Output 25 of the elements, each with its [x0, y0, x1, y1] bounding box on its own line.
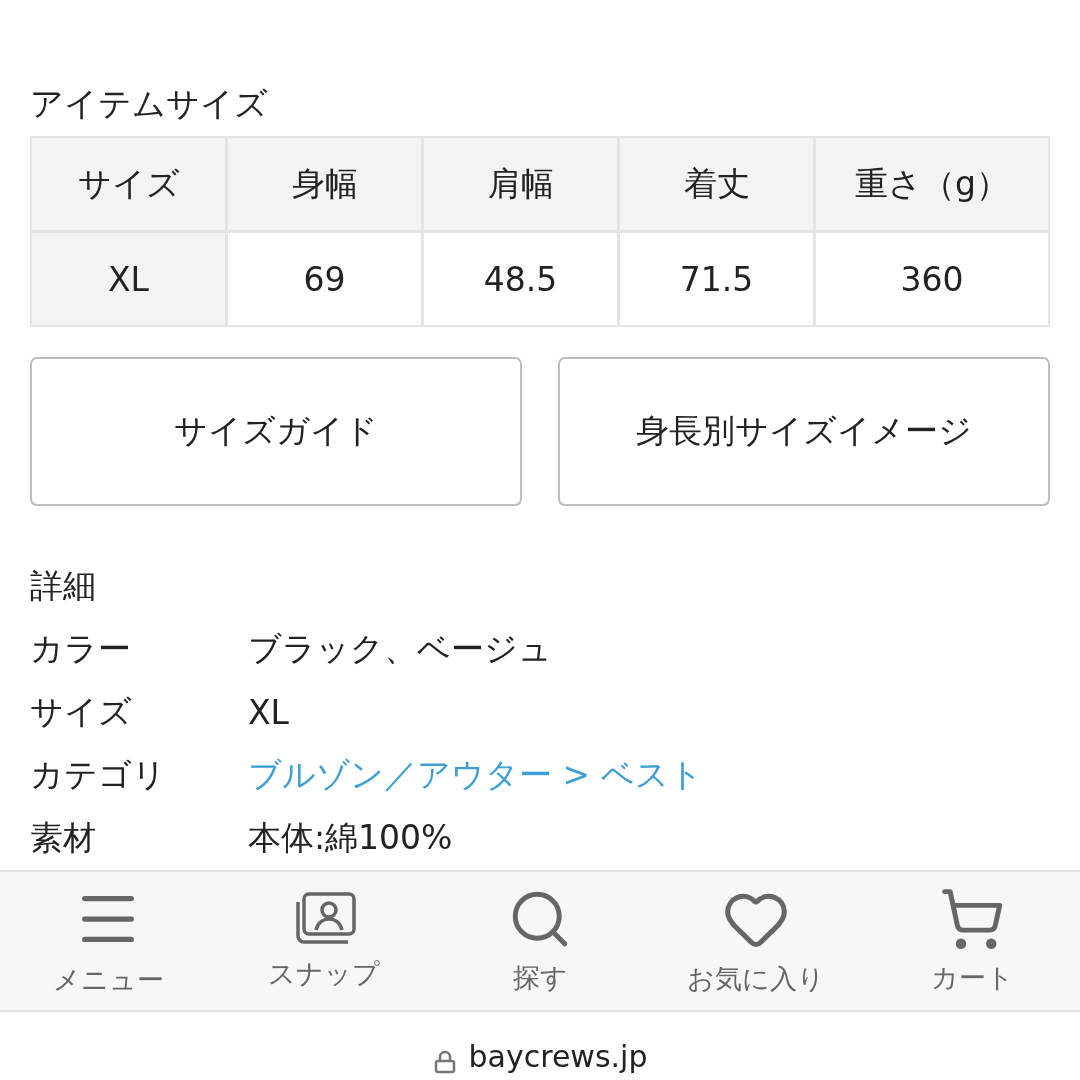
table-header-cell: 身幅	[228, 138, 424, 233]
nav-item[interactable]: 探す	[432, 872, 648, 1011]
details-title: 詳細	[30, 564, 97, 607]
category-link[interactable]: ブルゾン／アウター > ベスト	[248, 753, 703, 798]
nav-item[interactable]: メニュー	[0, 872, 216, 1011]
nav-item[interactable]: カート	[864, 872, 1080, 1011]
detail-value: XL	[248, 693, 289, 732]
table-cell: XL	[32, 233, 228, 325]
detail-label: サイズ	[30, 691, 133, 733]
detail-value: 本体:綿100%	[248, 817, 453, 859]
nav-item[interactable]: スナップ	[216, 872, 432, 1011]
section-title: アイテムサイズ	[30, 83, 269, 125]
size-guide-button[interactable]: 身長別サイズイメージ	[558, 357, 1050, 506]
lock-icon	[432, 1050, 457, 1074]
detail-label: カラー	[30, 628, 132, 670]
table-header-cell: サイズ	[32, 138, 228, 233]
table-header-cell: 重さ（g）	[816, 138, 1048, 233]
address-url[interactable]: baycrews.jp	[468, 1039, 648, 1074]
table-header-cell: 肩幅	[424, 138, 620, 233]
detail-label: 素材	[30, 817, 97, 859]
nav-item[interactable]: お気に入り	[648, 872, 864, 1011]
detail-label: カテゴリ	[30, 754, 167, 796]
table-header-cell: 着丈	[620, 138, 816, 233]
size-guide-button[interactable]: サイズガイド	[30, 357, 522, 506]
detail-value: ブラック、ベージュ	[248, 628, 552, 670]
